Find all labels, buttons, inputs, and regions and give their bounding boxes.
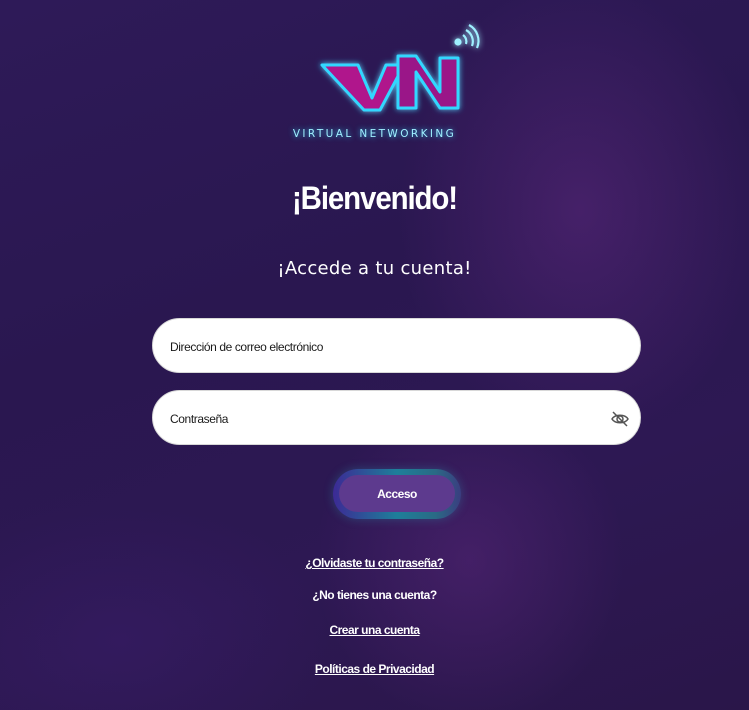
login-button-frame: Acceso [333,469,461,519]
email-input[interactable] [168,319,590,374]
forgot-password-label[interactable]: ¿Olvidaste tu contraseña? [305,556,444,570]
wifi-signal-icon [454,24,480,49]
password-input[interactable] [168,391,590,446]
privacy-policy-link[interactable]: Políticas de Privacidad [0,662,749,676]
create-account-link[interactable]: Crear una cuenta [0,623,749,637]
create-account-label[interactable]: Crear una cuenta [329,623,420,637]
eye-slash-icon[interactable] [610,409,630,429]
page-title: ¡Bienvenido! [291,180,458,216]
app-logo [300,20,490,145]
privacy-policy-label[interactable]: Políticas de Privacidad [315,662,435,676]
login-button[interactable]: Acceso [339,475,455,512]
password-field[interactable] [152,390,641,446]
forgot-password-link[interactable]: ¿Olvidaste tu contraseña? [0,556,749,570]
brand-tagline: VIRTUAL NETWORKING [292,128,457,140]
email-field[interactable] [152,318,641,374]
no-account-text: ¿No tienes una cuenta? [312,588,437,602]
page-subtitle: ¡Accede a tu cuenta! [277,258,472,279]
